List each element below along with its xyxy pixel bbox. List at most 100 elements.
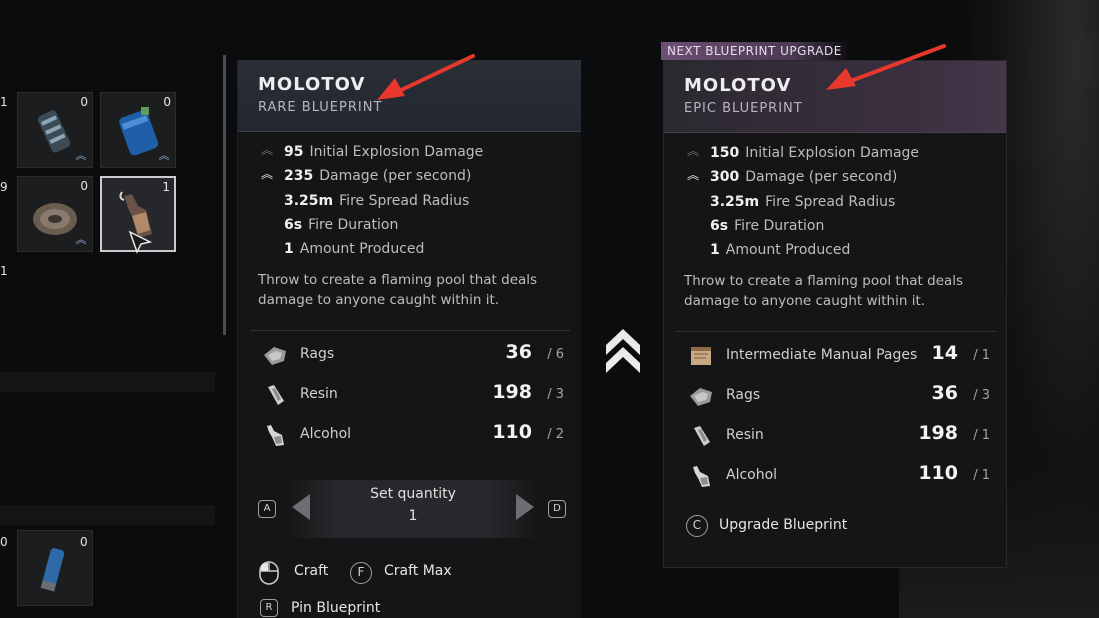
material-need: / 1 — [973, 348, 990, 363]
material-row: Rags 36 / 6 — [258, 341, 568, 371]
stat-row: 6s Fire Duration — [284, 217, 398, 239]
key-hint-r: R — [260, 599, 278, 617]
stat-value: 300 — [710, 169, 740, 185]
annotation-arrow-icon — [826, 44, 946, 90]
alcohol-icon — [267, 425, 284, 446]
stat-tier-icon: ︽ — [686, 144, 699, 158]
inventory-section-band — [0, 505, 215, 525]
item-title: MOLOTOV — [684, 75, 792, 96]
inventory-grid: 1 9 1 0 0 ︽ 0 ︽ 0 ︽ 1 0 — [0, 0, 215, 618]
material-name: Rags — [300, 346, 335, 362]
chevron-right-icon[interactable] — [516, 494, 534, 520]
divider — [250, 330, 570, 331]
item-title: MOLOTOV — [258, 74, 366, 95]
divider — [676, 331, 996, 332]
stat-value: 3.25m — [284, 193, 334, 209]
stat-row: 6s Fire Duration — [710, 218, 824, 240]
upgrade-chevron-icon: ︽ — [158, 149, 170, 162]
stat-value: 6s — [284, 217, 303, 233]
coiled-hose-icon — [33, 203, 77, 235]
key-hint-f: F — [350, 562, 372, 584]
upgrade-blueprint-panel: MOLOTOV EPIC BLUEPRINT ︽ ︽ 150 Initial Ex… — [663, 60, 1007, 568]
material-row: Alcohol 110 / 1 — [684, 462, 994, 492]
annotation-arrow-icon — [377, 54, 475, 100]
inventory-slot[interactable]: 0 ︽ — [17, 176, 93, 252]
stat-row: 235 Damage (per second) — [284, 168, 471, 190]
craft-max-button[interactable]: Craft Max — [384, 563, 452, 579]
slot-count: 0 — [80, 535, 88, 549]
stat-tier-icon: ︽ — [260, 143, 273, 157]
material-row: Rags 36 / 3 — [684, 382, 994, 412]
material-row: Alcohol 110 / 2 — [258, 421, 568, 451]
stat-value: 3.25m — [710, 194, 760, 210]
inventory-edge-count: 9 — [0, 180, 8, 194]
stat-label: Initial Explosion Damage — [745, 145, 920, 161]
stat-row: 1 Amount Produced — [710, 242, 850, 264]
stat-row: 1 Amount Produced — [284, 241, 424, 263]
alcohol-icon — [693, 466, 710, 487]
material-need: / 3 — [973, 388, 990, 403]
stat-tier-icon: ︽ — [260, 167, 273, 181]
key-hint-c: C — [686, 515, 708, 537]
craft-button[interactable] — [258, 560, 280, 586]
key-hint-d: D — [548, 500, 566, 518]
material-have: 198 — [918, 422, 958, 444]
material-name: Resin — [300, 386, 338, 402]
stat-value: 95 — [284, 144, 304, 160]
material-have: 198 — [492, 381, 532, 403]
material-name: Rags — [726, 387, 761, 403]
item-description: Throw to create a flaming pool that deal… — [258, 272, 538, 308]
craft-label[interactable]: Craft — [294, 563, 328, 579]
item-rarity: EPIC BLUEPRINT — [684, 101, 803, 116]
slot-count: 1 — [162, 180, 170, 194]
stat-value: 150 — [710, 145, 740, 161]
rags-icon — [264, 347, 286, 365]
item-rarity: RARE BLUEPRINT — [258, 100, 383, 115]
material-name: Alcohol — [300, 426, 352, 442]
material-have: 110 — [492, 421, 532, 443]
inventory-slot-selected[interactable]: 1 — [100, 176, 176, 254]
next-upgrade-tag: NEXT BLUEPRINT UPGRADE — [661, 42, 851, 60]
material-need: / 1 — [973, 468, 990, 483]
upgrade-chevron-icon: ︽ — [75, 149, 87, 162]
stat-label: Amount Produced — [299, 241, 425, 257]
material-have: 110 — [918, 462, 958, 484]
manual-pages-icon — [691, 347, 711, 365]
stat-label: Fire Spread Radius — [339, 193, 470, 209]
stat-row: 95 Initial Explosion Damage — [284, 144, 483, 166]
quantity-selector: A Set quantity 1 D — [252, 480, 572, 538]
material-row: Intermediate Manual Pages 14 / 1 — [684, 342, 994, 372]
inventory-edge-count: 1 — [0, 95, 8, 109]
material-name: Alcohol — [726, 467, 778, 483]
scrollbar[interactable] — [223, 55, 226, 335]
inventory-slot[interactable]: 0 ︽ — [17, 92, 93, 168]
stat-label: Damage (per second) — [319, 168, 472, 184]
upgrade-chevron-icon: ︽ — [75, 233, 87, 246]
material-need: / 1 — [973, 428, 990, 443]
blue-canister-icon — [119, 107, 159, 156]
stat-value: 1 — [710, 242, 720, 258]
key-hint-a: A — [258, 500, 276, 518]
upgrade-blueprint-button[interactable]: Upgrade Blueprint — [719, 517, 847, 533]
inventory-slot[interactable]: 0 ︽ — [100, 92, 176, 168]
item-description: Throw to create a flaming pool that deal… — [684, 273, 964, 309]
slot-count: 0 — [163, 95, 171, 109]
material-name: Resin — [726, 427, 764, 443]
material-name: Intermediate Manual Pages — [726, 347, 918, 363]
rags-icon — [690, 388, 712, 406]
blue-cylinder-icon — [40, 548, 65, 592]
quantity-value: 1 — [408, 508, 418, 524]
inventory-edge-count: 0 — [0, 535, 8, 549]
quantity-stepper[interactable]: Set quantity 1 — [286, 480, 540, 538]
inventory-edge-count: 1 — [0, 264, 8, 278]
slot-count: 0 — [80, 179, 88, 193]
stat-label: Fire Spread Radius — [765, 194, 896, 210]
pin-blueprint-button[interactable]: Pin Blueprint — [291, 600, 380, 616]
material-have: 36 — [505, 341, 532, 363]
stat-row: 3.25m Fire Spread Radius — [710, 194, 895, 216]
stat-label: Fire Duration — [308, 217, 399, 233]
stat-label: Fire Duration — [734, 218, 825, 234]
material-need: / 2 — [547, 427, 564, 442]
resin-icon — [694, 426, 710, 446]
resin-icon — [268, 385, 284, 405]
